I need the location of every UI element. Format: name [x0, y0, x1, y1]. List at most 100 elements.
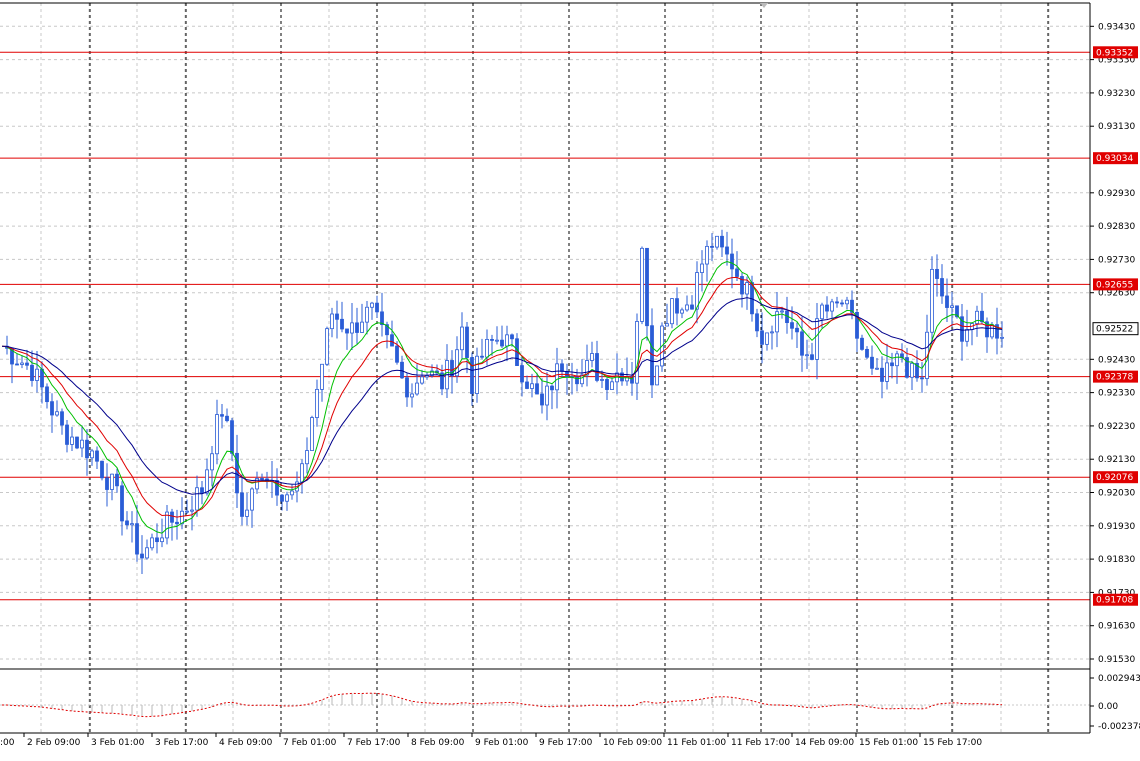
candle-body — [120, 485, 124, 522]
candle-body — [490, 339, 494, 341]
candle-body — [305, 450, 309, 465]
candle-body — [800, 331, 804, 356]
candle-body — [945, 295, 949, 308]
price-chart[interactable]: 0.93430 0.93330 0.93230 0.93130 0.92930 0.928… — [0, 0, 1140, 757]
candle-body — [635, 321, 639, 384]
candle-body — [520, 365, 524, 383]
candle-body — [890, 362, 894, 367]
candle-body — [555, 363, 559, 391]
candle-body — [530, 383, 534, 389]
candle-body — [85, 439, 89, 459]
y-tick-label: 0.93430 — [1098, 22, 1135, 32]
candle-body — [365, 306, 369, 323]
candle-body — [110, 473, 114, 490]
candle-body — [965, 329, 969, 342]
candle-body — [545, 385, 549, 406]
candle-body — [80, 439, 84, 449]
candle-body — [375, 302, 379, 313]
candle-body — [350, 322, 354, 334]
candle-body — [190, 509, 194, 512]
level-price-label: 0.92076 — [1096, 473, 1133, 483]
candle-body — [885, 362, 889, 382]
candle-body — [825, 304, 829, 312]
candle-body — [1000, 336, 1004, 339]
y-tick-label: 0.92130 — [1098, 455, 1135, 465]
candle-body — [125, 520, 129, 526]
candle-body — [185, 510, 189, 513]
candle-body — [320, 363, 324, 390]
candle-body — [105, 477, 109, 490]
candle-body — [695, 272, 699, 310]
x-tick-label: 2 Feb 09:00 — [27, 738, 81, 748]
price-chart-svg[interactable]: 0.934300.933300.932300.931300.929300.928… — [0, 0, 1140, 757]
candle-body — [165, 511, 169, 539]
candle-body — [730, 253, 734, 270]
candle-body — [705, 245, 709, 265]
candle-body — [790, 322, 794, 329]
candle-body — [920, 377, 924, 380]
candle-body — [935, 268, 939, 279]
candle-body — [115, 473, 119, 487]
osc-tick-label: -0.002378 — [1098, 722, 1140, 732]
candle-body — [860, 337, 864, 350]
candle-body — [220, 414, 224, 417]
candle-body — [310, 417, 314, 451]
candle-body — [160, 537, 164, 543]
candle-body — [645, 247, 649, 327]
candle-body — [680, 309, 684, 314]
candle-body — [460, 326, 464, 351]
y-tick-label: 0.93230 — [1098, 89, 1135, 99]
y-tick-label: 0.92030 — [1098, 489, 1135, 499]
candle-body — [525, 381, 529, 389]
candle-body — [870, 356, 874, 369]
candle-body — [20, 362, 24, 365]
candle-body — [230, 420, 234, 454]
candle-body — [340, 318, 344, 330]
candle-body — [745, 282, 749, 295]
candle-body — [135, 523, 139, 555]
candle-body — [690, 304, 694, 310]
candle-body — [675, 298, 679, 314]
candle-body — [465, 326, 469, 358]
candle-body — [895, 353, 899, 367]
candle-body — [410, 393, 414, 398]
candle-body — [470, 357, 474, 394]
candle-body — [655, 365, 659, 386]
candle-body — [50, 401, 54, 416]
candle-body — [400, 361, 404, 379]
x-tick-label: 10 Feb 09:00 — [603, 738, 662, 748]
y-tick-label: 0.92730 — [1098, 255, 1135, 265]
candle-body — [405, 377, 409, 398]
x-tick-label: 9 Feb 17:00 — [539, 738, 593, 748]
candle-body — [260, 478, 264, 480]
candle-body — [280, 494, 284, 502]
x-tick-label: 11 Feb 17:00 — [731, 738, 790, 748]
level-price-label: 0.92655 — [1096, 280, 1133, 290]
candle-body — [175, 521, 179, 525]
x-tick-label: 7 Feb 01:00 — [283, 738, 337, 748]
candle-body — [505, 334, 509, 347]
y-tick-label: 0.92430 — [1098, 355, 1135, 365]
candle-body — [60, 411, 64, 426]
candle-body — [45, 386, 49, 403]
y-tick-label: 0.91830 — [1098, 555, 1135, 565]
candle-body — [285, 494, 289, 502]
candle-body — [495, 339, 499, 342]
candle-body — [875, 367, 879, 370]
y-tick-label: 0.91930 — [1098, 522, 1135, 532]
y-tick-label: 0.93130 — [1098, 122, 1135, 132]
candle-body — [30, 364, 34, 381]
candle-body — [950, 305, 954, 308]
candle-body — [835, 301, 839, 304]
candle-body — [500, 339, 504, 347]
x-tick-label: 4 Feb 09:00 — [219, 738, 273, 748]
candle-body — [535, 383, 539, 395]
y-tick-label: 0.92230 — [1098, 422, 1135, 432]
candle-body — [475, 355, 479, 394]
candle-body — [755, 313, 759, 332]
candle-body — [765, 332, 769, 345]
x-tick-label: 3 Feb 01:00 — [91, 738, 145, 748]
y-tick-label: 0.92830 — [1098, 222, 1135, 232]
level-price-label: 0.93352 — [1096, 48, 1133, 58]
y-tick-label: 0.91630 — [1098, 622, 1135, 632]
